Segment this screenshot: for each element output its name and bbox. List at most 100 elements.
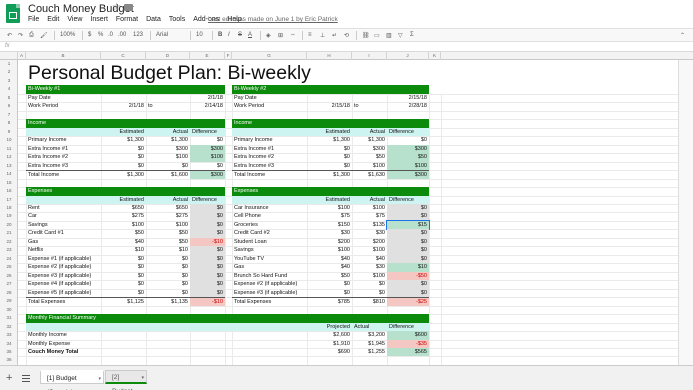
expense-estimated[interactable]: $40 <box>307 263 352 271</box>
column-header-c[interactable]: C <box>101 52 146 60</box>
col-estimated[interactable]: Estimated <box>307 128 352 136</box>
functions-icon[interactable]: Σ <box>410 32 414 38</box>
income-actual[interactable]: $100 <box>352 162 387 170</box>
col-estimated[interactable]: Estimated <box>101 196 146 204</box>
row-header[interactable]: 10 <box>0 136 18 144</box>
income-actual[interactable]: $1,630 <box>352 170 387 178</box>
expense-row-label[interactable]: Expense #3 (if applicable) <box>26 272 101 280</box>
expense-estimated[interactable]: $0 <box>101 272 146 280</box>
income-actual[interactable]: $0 <box>146 162 190 170</box>
work-period-to-label[interactable]: to <box>146 102 190 110</box>
menu-view[interactable]: View <box>67 16 82 23</box>
income-row-label[interactable]: Primary Income <box>26 136 101 144</box>
income-row-label[interactable]: Extra Income #3 <box>232 162 307 170</box>
expense-difference[interactable]: $0 <box>387 237 429 247</box>
income-row-label[interactable]: Extra Income #2 <box>26 153 101 161</box>
vertical-align-icon[interactable]: ⊥ <box>320 32 325 39</box>
expense-row-label[interactable]: Netflix <box>26 246 101 254</box>
expense-row-label[interactable]: Expense #3 (if applicable) <box>232 289 307 297</box>
income-estimated[interactable]: $1,300 <box>307 170 352 178</box>
income-difference[interactable]: $0 <box>190 136 225 144</box>
more-formats-button[interactable]: 123 <box>133 32 143 38</box>
italic-button[interactable]: I <box>228 32 230 38</box>
column-header-a[interactable]: A <box>18 52 26 60</box>
expense-actual[interactable]: $100 <box>352 204 387 212</box>
tab-budget[interactable]: [2] Budget ▾ <box>105 370 147 390</box>
income-estimated[interactable]: $0 <box>101 145 146 153</box>
expense-difference[interactable]: -$25 <box>387 297 429 306</box>
summary-row-label[interactable]: Monthly Expense <box>26 340 101 348</box>
expense-actual[interactable]: $0 <box>146 255 190 263</box>
expense-row-label[interactable]: Rent <box>26 204 101 212</box>
bold-button[interactable]: B <box>218 32 222 38</box>
row-header[interactable]: 32 <box>0 323 18 331</box>
row-header[interactable]: 11 <box>0 145 18 153</box>
page-title[interactable]: Personal Budget Plan: Bi-weekly <box>28 62 311 85</box>
expense-estimated[interactable]: $0 <box>101 255 146 263</box>
income-difference[interactable]: $100 <box>387 161 429 171</box>
income-estimated[interactable]: $1,300 <box>307 136 352 144</box>
income-row-label[interactable]: Extra Income #3 <box>26 162 101 170</box>
summary-projected[interactable]: $2,600 <box>307 331 352 339</box>
row-header[interactable]: 29 <box>0 297 18 305</box>
sheet-grid[interactable]: Personal Budget Plan: Bi-weekly Bi-Weekl… <box>18 60 678 365</box>
undo-icon[interactable]: ↶ <box>7 32 12 39</box>
expense-estimated[interactable]: $100 <box>307 246 352 254</box>
tab-menu-icon[interactable]: ▾ <box>141 371 144 385</box>
expense-estimated[interactable]: $40 <box>307 255 352 263</box>
row-header[interactable]: 18 <box>0 204 18 212</box>
row-header[interactable]: 3 <box>0 77 18 85</box>
row-header[interactable]: 5 <box>0 94 18 102</box>
expense-estimated[interactable]: $100 <box>307 204 352 212</box>
row-header[interactable]: 26 <box>0 272 18 280</box>
expense-difference[interactable]: $0 <box>190 280 225 289</box>
row-header[interactable]: 14 <box>0 170 18 178</box>
vertical-scrollbar[interactable] <box>678 60 693 365</box>
income-row-label[interactable]: Total Income <box>232 170 307 178</box>
income-estimated[interactable]: $1,300 <box>101 136 146 144</box>
font-size-select[interactable]: 10 <box>196 32 203 38</box>
work-period-from[interactable]: 2/15/18 <box>307 102 352 110</box>
expense-row-label[interactable]: Total Expenses <box>232 297 307 305</box>
expense-row-label[interactable]: Savings <box>232 246 307 254</box>
row-header[interactable]: 20 <box>0 221 18 229</box>
expense-actual[interactable]: $100 <box>352 272 387 280</box>
expenses-header-right[interactable]: Expenses <box>232 187 429 196</box>
income-actual[interactable]: $100 <box>146 153 190 161</box>
section-header-left[interactable]: Bi-Weekly #1 <box>26 85 225 94</box>
expense-estimated[interactable]: $50 <box>307 272 352 280</box>
expense-difference[interactable]: $0 <box>190 246 225 255</box>
income-header-left[interactable]: Income <box>26 119 225 128</box>
expense-difference[interactable]: $0 <box>190 263 225 272</box>
income-difference[interactable]: $300 <box>387 170 429 179</box>
merge-cells-icon[interactable]: ⇔ <box>290 32 296 38</box>
chart-icon[interactable]: ▥ <box>386 32 392 39</box>
summary-difference[interactable]: $565 <box>387 347 429 357</box>
income-estimated[interactable]: $0 <box>101 162 146 170</box>
row-header[interactable]: 4 <box>0 85 18 93</box>
expense-difference[interactable]: $0 <box>387 203 429 213</box>
expense-estimated[interactable]: $75 <box>307 212 352 220</box>
row-header[interactable]: 35 <box>0 348 18 356</box>
expense-difference[interactable]: $0 <box>190 220 225 230</box>
expense-actual[interactable]: $200 <box>352 238 387 246</box>
expense-difference[interactable]: $0 <box>387 229 429 238</box>
expenses-header-left[interactable]: Expenses <box>26 187 225 196</box>
expense-estimated[interactable]: $0 <box>307 289 352 297</box>
expense-row-label[interactable]: Gas <box>26 238 101 246</box>
expense-difference[interactable]: $15 <box>386 219 430 231</box>
expense-actual[interactable]: $40 <box>352 255 387 263</box>
col-difference[interactable]: Difference <box>387 128 429 136</box>
expense-actual[interactable]: $50 <box>146 238 190 246</box>
expense-estimated[interactable]: $200 <box>307 238 352 246</box>
currency-button[interactable]: $ <box>88 32 91 38</box>
expense-row-label[interactable]: Total Expenses <box>26 297 101 305</box>
expense-actual[interactable]: $100 <box>352 246 387 254</box>
rotate-icon[interactable]: ⟲ <box>344 32 349 39</box>
column-header-i[interactable]: I <box>352 52 387 60</box>
expense-row-label[interactable]: Expense #2 (if applicable) <box>232 280 307 288</box>
expense-estimated[interactable]: $1,125 <box>101 297 146 305</box>
row-header[interactable]: 16 <box>0 187 18 195</box>
col-estimated[interactable]: Estimated <box>307 196 352 204</box>
expense-difference[interactable]: $0 <box>190 271 225 281</box>
